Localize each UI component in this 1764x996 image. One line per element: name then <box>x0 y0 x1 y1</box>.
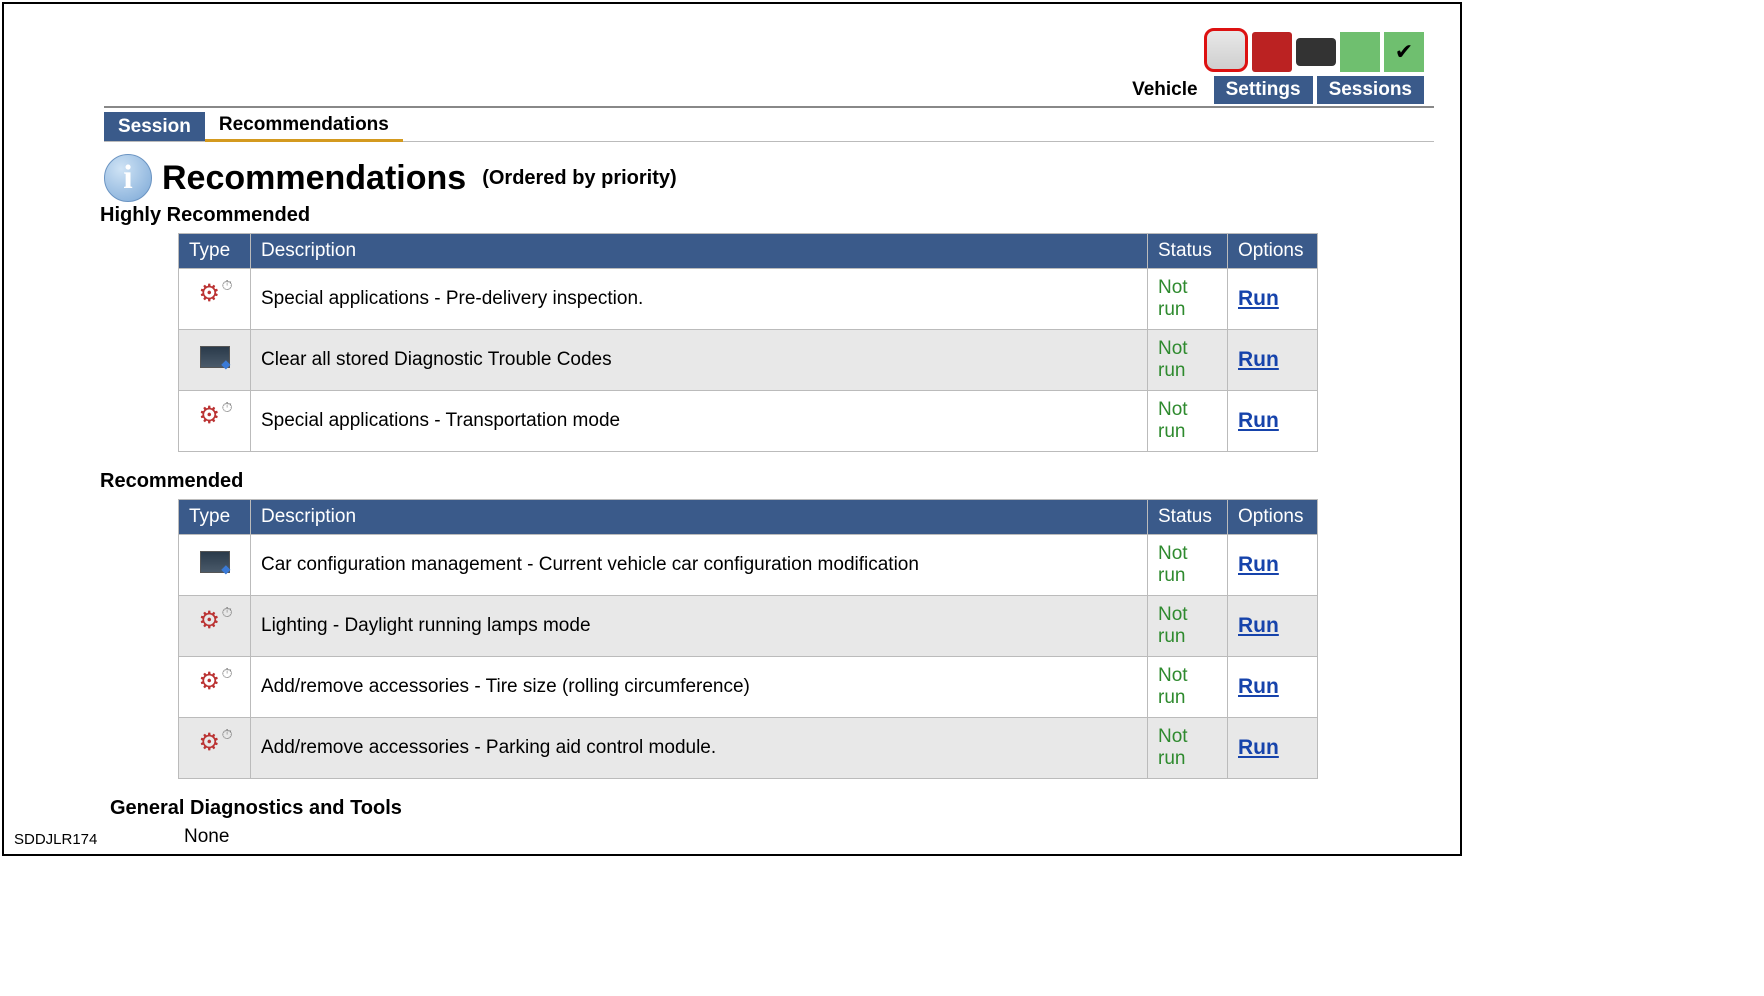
nav-vehicle[interactable]: Vehicle <box>1120 76 1210 104</box>
table-row: Add/remove accessories - Tire size (roll… <box>179 657 1318 718</box>
run-link[interactable]: Run <box>1238 348 1279 371</box>
general-none: None <box>184 826 1434 848</box>
table-row: Lighting - Daylight running lamps mode N… <box>179 596 1318 657</box>
cell-description: Add/remove accessories - Tire size (roll… <box>251 657 1148 718</box>
cell-description: Special applications - Pre-delivery insp… <box>251 269 1148 330</box>
cell-status: Not run <box>1148 535 1228 596</box>
cell-description: Add/remove accessories - Parking aid con… <box>251 718 1148 779</box>
tab-recommendations[interactable]: Recommendations <box>205 110 403 142</box>
table-row: Special applications - Pre-delivery insp… <box>179 269 1318 330</box>
run-link[interactable]: Run <box>1238 553 1279 576</box>
data-icon[interactable] <box>1340 32 1380 72</box>
screen-icon <box>200 346 230 368</box>
gear-icon <box>199 671 231 697</box>
gear-icon <box>199 283 231 309</box>
run-link[interactable]: Run <box>1238 736 1279 759</box>
page-subtitle: (Ordered by priority) <box>482 167 676 190</box>
run-link[interactable]: Run <box>1238 409 1279 432</box>
heading-recommended: Recommended <box>100 470 1434 493</box>
nav-settings[interactable]: Settings <box>1214 76 1313 104</box>
col-description: Description <box>251 234 1148 269</box>
box-icon[interactable] <box>1252 32 1292 72</box>
cell-status: Not run <box>1148 596 1228 657</box>
run-link[interactable]: Run <box>1238 614 1279 637</box>
heading-highly-recommended: Highly Recommended <box>100 204 1434 227</box>
col-options: Options <box>1228 234 1318 269</box>
cell-description: Car configuration management - Current v… <box>251 535 1148 596</box>
screen-icon <box>200 551 230 573</box>
table-recommended: Type Description Status Options Car conf… <box>178 499 1318 779</box>
cell-status: Not run <box>1148 718 1228 779</box>
run-link[interactable]: Run <box>1238 287 1279 310</box>
col-options: Options <box>1228 500 1318 535</box>
gear-icon <box>199 732 231 758</box>
col-status: Status <box>1148 234 1228 269</box>
cell-status: Not run <box>1148 330 1228 391</box>
footer-code: SDDJLR174 <box>14 831 97 848</box>
gear-icon <box>199 405 231 431</box>
page-title: Recommendations <box>162 159 466 198</box>
cell-description: Clear all stored Diagnostic Trouble Code… <box>251 330 1148 391</box>
col-status: Status <box>1148 500 1228 535</box>
cell-description: Lighting - Daylight running lamps mode <box>251 596 1148 657</box>
cell-status: Not run <box>1148 657 1228 718</box>
heading-general-diagnostics: General Diagnostics and Tools <box>110 797 1434 820</box>
table-row: Special applications - Transportation mo… <box>179 391 1318 452</box>
info-icon: i <box>104 154 152 202</box>
cell-description: Special applications - Transportation mo… <box>251 391 1148 452</box>
table-row: Car configuration management - Current v… <box>179 535 1318 596</box>
nav-sessions[interactable]: Sessions <box>1317 76 1424 104</box>
top-toolbar: ✔ <box>104 24 1434 72</box>
table-highly-recommended: Type Description Status Options Special … <box>178 233 1318 452</box>
cell-status: Not run <box>1148 391 1228 452</box>
clipboard-icon[interactable] <box>1204 28 1248 72</box>
table-row: Clear all stored Diagnostic Trouble Code… <box>179 330 1318 391</box>
col-description: Description <box>251 500 1148 535</box>
check-icon[interactable]: ✔ <box>1384 32 1424 72</box>
col-type: Type <box>179 234 251 269</box>
col-type: Type <box>179 500 251 535</box>
cell-status: Not run <box>1148 269 1228 330</box>
table-row: Add/remove accessories - Parking aid con… <box>179 718 1318 779</box>
module-icon[interactable] <box>1296 32 1336 72</box>
run-link[interactable]: Run <box>1238 675 1279 698</box>
gear-icon <box>199 610 231 636</box>
tab-session[interactable]: Session <box>104 112 205 141</box>
tab-bar: Session Recommendations <box>104 110 1434 142</box>
